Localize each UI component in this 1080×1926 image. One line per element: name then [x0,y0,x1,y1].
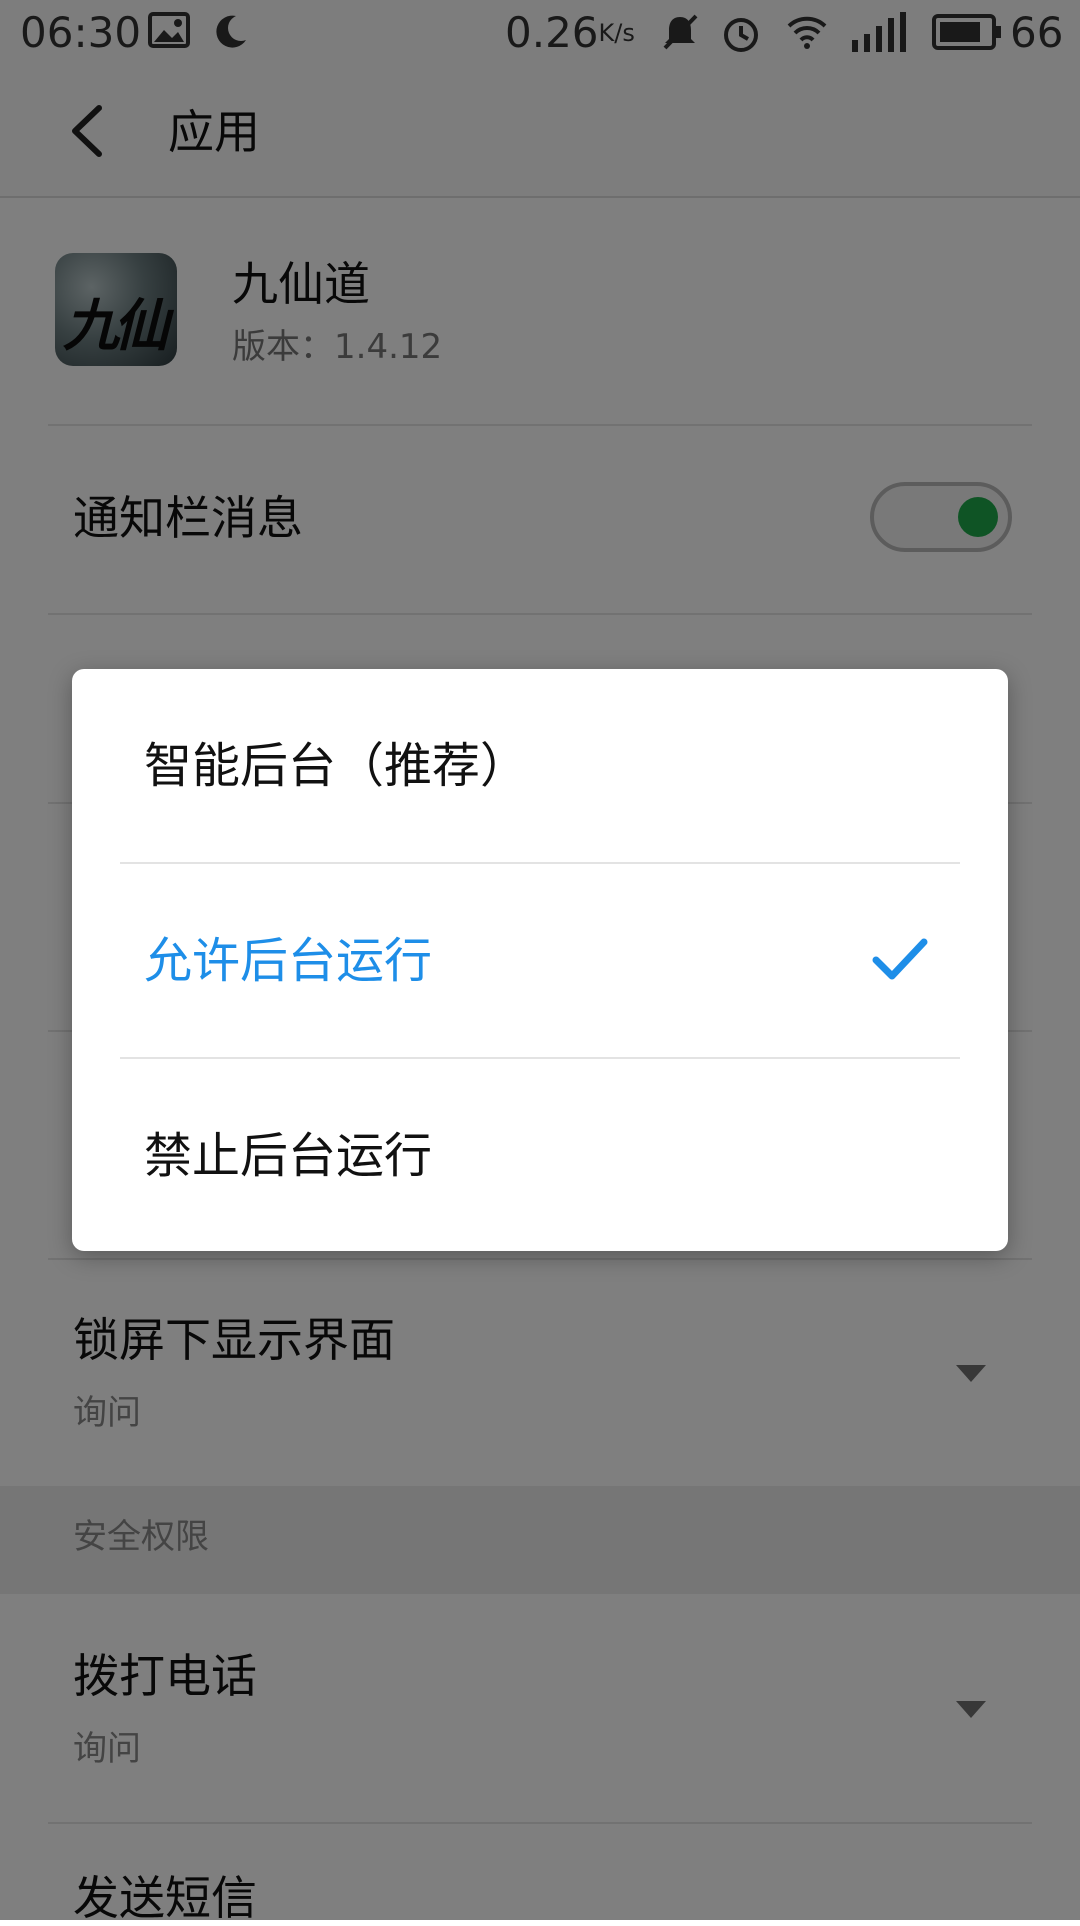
check-icon [872,938,928,980]
background-run-dialog: 智能后台（推荐） 允许后台运行 禁止后台运行 [72,669,1008,1251]
option-forbid-background[interactable]: 禁止后台运行 [72,1059,1008,1252]
option-smart-background[interactable]: 智能后台（推荐） [72,669,1008,862]
option-allow-background[interactable]: 允许后台运行 [72,864,1008,1057]
option-label: 禁止后台运行 [144,1128,433,1184]
option-label: 允许后台运行 [144,933,433,989]
option-label: 智能后台（推荐） [144,738,529,794]
